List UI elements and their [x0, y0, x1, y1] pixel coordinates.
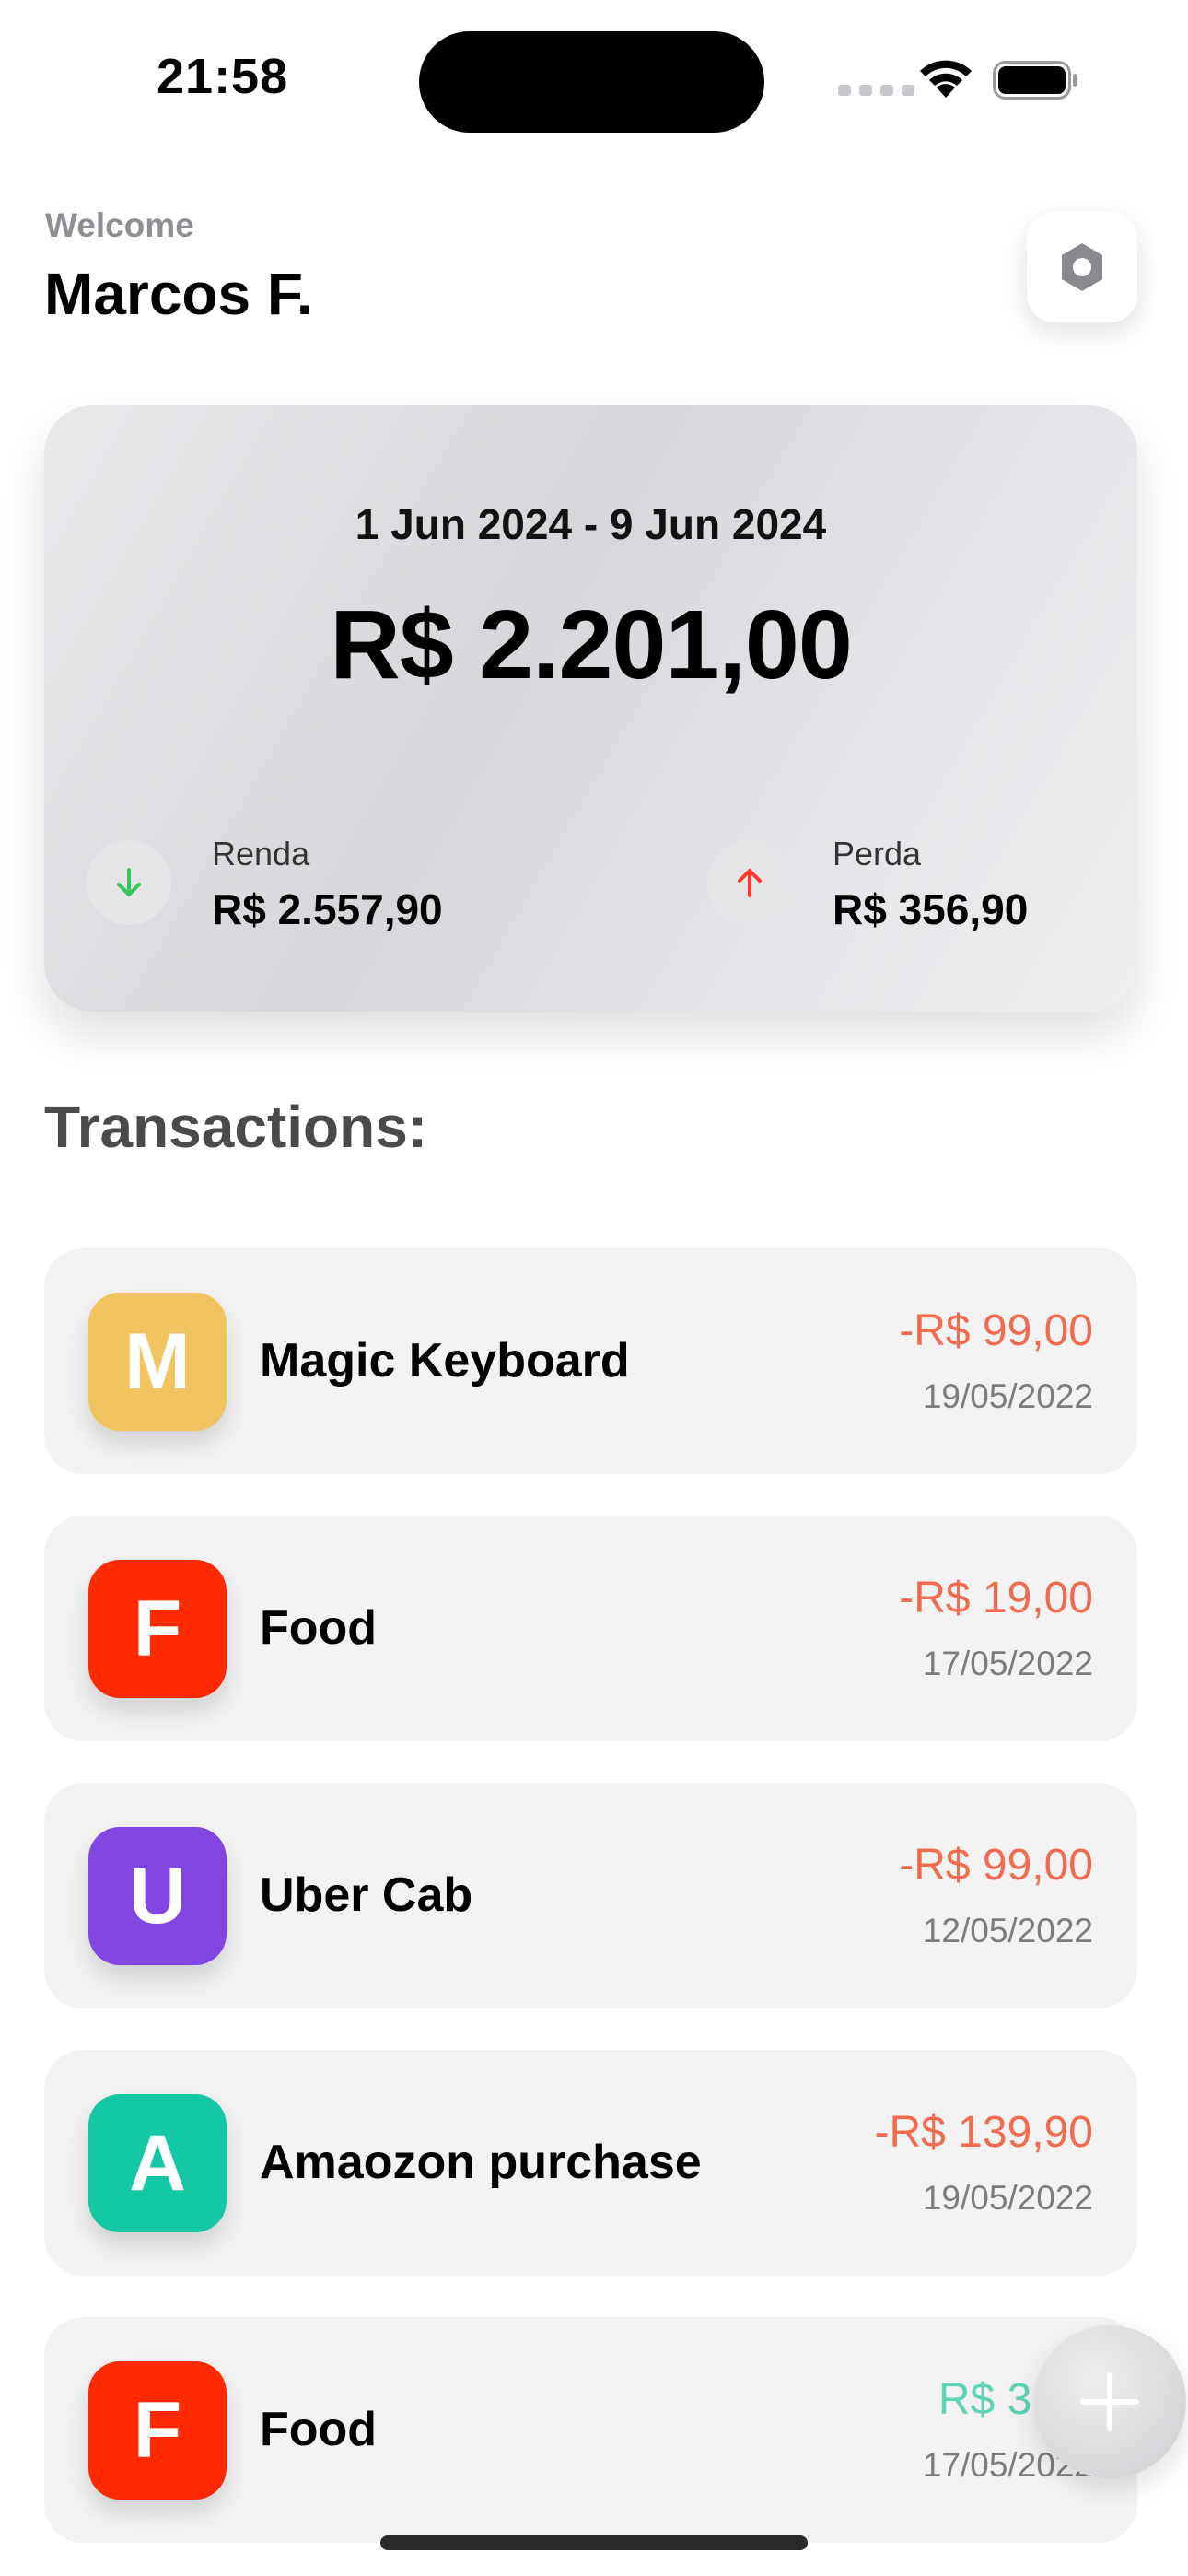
transaction-amount: -R$ 99,00 — [899, 1841, 1093, 1890]
transaction-name: Food — [260, 2403, 378, 2456]
transaction-name: Food — [260, 1601, 378, 1655]
transaction-name: Amaozon purchase — [260, 2136, 702, 2189]
gear-icon — [1062, 243, 1102, 291]
user-name: Marcos F. — [44, 261, 313, 327]
transaction-date: 19/05/2022 — [922, 2179, 1093, 2217]
settings-button[interactable] — [1027, 212, 1137, 322]
home-screen: 21:58 Welcome Marcos F. 1 Jun 2024 - 9 J… — [0, 0, 1188, 2576]
transaction-date: 19/05/2022 — [922, 1377, 1093, 1415]
expense-icon — [707, 840, 792, 925]
income-icon — [87, 840, 171, 925]
transaction-avatar: U — [88, 1827, 227, 1965]
transaction-amount: -R$ 139,90 — [874, 2108, 1094, 2157]
plus-icon — [1080, 2372, 1139, 2431]
transaction-avatar: M — [88, 1293, 227, 1431]
expense-value: R$ 356,90 — [833, 885, 1029, 933]
total-balance: R$ 2.201,00 — [330, 591, 853, 699]
add-transaction-button[interactable] — [1033, 2325, 1186, 2478]
transaction-avatar: F — [88, 2361, 227, 2500]
transaction-date: 17/05/2022 — [922, 1645, 1093, 1682]
balance-card: 1 Jun 2024 - 9 Jun 2024 R$ 2.201,00 Rend… — [44, 405, 1137, 1012]
income-value: R$ 2.557,90 — [212, 885, 443, 933]
status-time: 21:58 — [157, 49, 289, 104]
battery-icon — [993, 61, 1077, 100]
home-indicator[interactable] — [380, 2535, 808, 2550]
welcome-label: Welcome — [45, 206, 194, 244]
transaction-name: Uber Cab — [260, 1868, 473, 1922]
transaction-amount: -R$ 19,00 — [899, 1574, 1093, 1622]
transaction-item[interactable]: F Food R$ 319, 17/05/2022 — [44, 2317, 1137, 2543]
wifi-icon — [920, 60, 972, 98]
transaction-avatar: A — [88, 2094, 227, 2232]
cellular-signal-icon — [838, 85, 914, 96]
transaction-item[interactable]: U Uber Cab -R$ 99,00 12/05/2022 — [44, 1783, 1137, 2008]
arrow-up-icon — [738, 869, 762, 897]
transaction-item[interactable]: M Magic Keyboard -R$ 99,00 19/05/2022 — [44, 1248, 1137, 1474]
transaction-item[interactable]: A Amaozon purchase -R$ 139,90 19/05/2022 — [44, 2050, 1137, 2276]
arrow-down-icon — [117, 868, 141, 896]
transaction-item[interactable]: F Food -R$ 19,00 17/05/2022 — [44, 1516, 1137, 1741]
dynamic-island — [419, 31, 764, 133]
date-range: 1 Jun 2024 - 9 Jun 2024 — [355, 500, 827, 548]
transactions-title: Transactions: — [44, 1094, 428, 1160]
transaction-name: Magic Keyboard — [260, 1334, 630, 1388]
income-label: Renda — [212, 835, 310, 872]
transaction-amount: -R$ 99,00 — [899, 1306, 1093, 1355]
transaction-avatar: F — [88, 1560, 227, 1698]
expense-label: Perda — [833, 835, 922, 872]
transaction-date: 12/05/2022 — [922, 1912, 1093, 1950]
